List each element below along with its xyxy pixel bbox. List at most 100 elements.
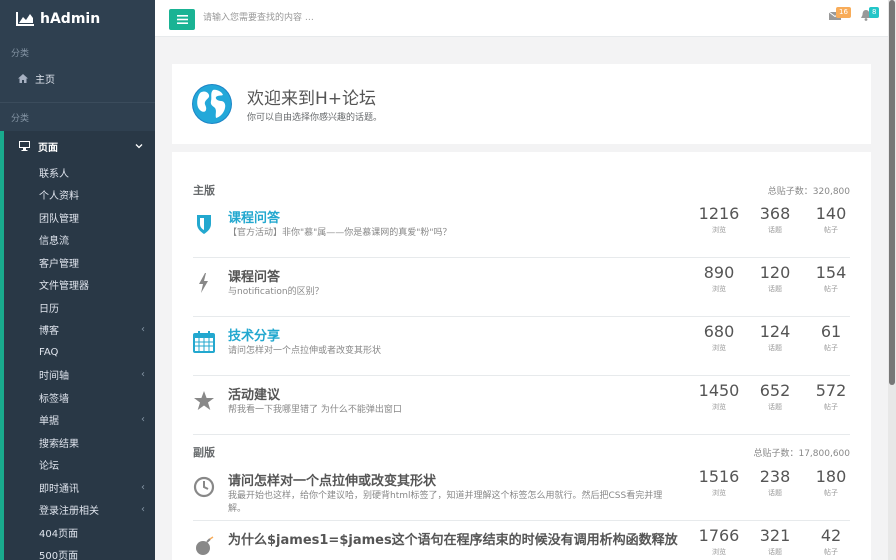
- sidebar-subitem[interactable]: 联系人: [4, 161, 155, 184]
- sidebar-subitem[interactable]: 单据 ‹: [4, 409, 155, 432]
- posts-label: 帖子: [824, 344, 838, 352]
- brand[interactable]: hAdmin: [0, 0, 155, 38]
- sidebar-subitem-label: 客户管理: [39, 258, 79, 270]
- views-stat: 680 浏览: [695, 321, 743, 353]
- sidebar-subitem[interactable]: 日历: [4, 296, 155, 319]
- topics-stat: 652 话题: [751, 380, 799, 412]
- views-label: 浏览: [712, 489, 726, 497]
- globe-icon: [192, 84, 232, 124]
- posts-count: 154: [815, 263, 847, 282]
- chevron-down-icon: [135, 144, 143, 149]
- calendar-icon: [193, 331, 215, 353]
- posts-label: 帖子: [824, 403, 838, 411]
- views-label: 浏览: [712, 285, 726, 293]
- posts-count: 61: [820, 322, 842, 341]
- chevron-left-icon: ‹: [141, 414, 145, 426]
- chevron-left-icon: ‹: [141, 504, 145, 516]
- sidebar-subitem[interactable]: 文件管理器: [4, 274, 155, 297]
- sidebar-subitem[interactable]: 客户管理: [4, 251, 155, 274]
- sidebar-subitem-label: 论坛: [39, 461, 59, 473]
- posts-count: 572: [815, 381, 847, 400]
- sidebar-subitem-label: 文件管理器: [39, 281, 89, 293]
- welcome-title: 欢迎来到H+论坛: [247, 89, 377, 109]
- sidebar-subitem[interactable]: 搜索结果: [4, 431, 155, 454]
- scrollbar-thumb[interactable]: [889, 0, 895, 385]
- sidebar-subitem-label: 500页面: [39, 551, 79, 560]
- sidebar-subitem[interactable]: FAQ: [4, 341, 155, 364]
- area-chart-icon: [16, 12, 34, 26]
- topics-label: 话题: [768, 403, 782, 411]
- sidebar-item-home[interactable]: 主页: [0, 66, 155, 90]
- forum-title-link[interactable]: 活动建议: [228, 384, 280, 403]
- topics-count: 238: [759, 467, 791, 486]
- forum-row: 为什么$james1=$james这个语句在程序结束的时候没有调用析构函数释放 1…: [193, 521, 850, 560]
- clock-icon: [193, 476, 215, 498]
- views-label: 浏览: [712, 226, 726, 234]
- sidebar-subitem[interactable]: 信息流: [4, 229, 155, 252]
- views-stat: 1766 浏览: [695, 525, 743, 557]
- sidebar-subitem[interactable]: 博客 ‹: [4, 319, 155, 342]
- welcome-panel: 欢迎来到H+论坛 你可以自由选择你感兴趣的话题。: [172, 64, 871, 144]
- sidebar-subitem[interactable]: 团队管理: [4, 206, 155, 229]
- views-stat: 1216 浏览: [695, 203, 743, 235]
- sidebar-item-pages[interactable]: 页面: [4, 131, 155, 161]
- posts-count: 42: [820, 526, 842, 545]
- topics-count: 368: [759, 204, 791, 223]
- forum-title-link[interactable]: 课程问答: [228, 207, 280, 226]
- forum-title-link[interactable]: 技术分享: [228, 325, 280, 344]
- messages-badge: 16: [836, 7, 851, 18]
- sidebar-subitem-label: 登录注册相关: [39, 506, 99, 518]
- forum-description: 帮我看一下我哪里错了 为什么不能弹出窗口: [228, 405, 402, 415]
- sidebar-subitem-label: FAQ: [39, 346, 59, 358]
- sidebar-subitem-label: 日历: [39, 303, 59, 315]
- topics-stat: 120 话题: [751, 262, 799, 294]
- views-count: 1766: [698, 526, 740, 545]
- topics-stat: 124 话题: [751, 321, 799, 353]
- forum-description: 【官方活动】非你"慕"属——你是慕课网的真爱"粉"吗？: [228, 228, 452, 238]
- topics-label: 话题: [768, 226, 782, 234]
- section-total: 总贴子数：17,800,600: [753, 448, 850, 459]
- posts-count: 140: [815, 204, 847, 223]
- brand-name: hAdmin: [40, 11, 101, 27]
- search-input[interactable]: [203, 8, 503, 28]
- monitor-icon: [19, 141, 30, 151]
- sidebar-subitem[interactable]: 标签墙: [4, 386, 155, 409]
- sidebar-submenu: 联系人 个人资料 团队管理 信息流客户管理文件管理器日历博客 ‹ FAQ 时间轴 ‹ 标签墙 单据…: [4, 161, 155, 560]
- sidebar-item-label: 主页: [35, 74, 55, 86]
- views-count: 1216: [698, 204, 740, 223]
- sidebar-subitem[interactable]: 500页面: [4, 544, 155, 560]
- nav-section-label: 分类: [11, 48, 30, 59]
- forum-panel: 主版 总贴子数：320,800 课程问答【官方活动】非你"慕"属——你是慕课网的…: [172, 152, 871, 560]
- posts-stat: 154 帖子: [807, 262, 855, 294]
- topics-label: 话题: [768, 489, 782, 497]
- bolt-icon: [199, 273, 208, 293]
- topics-label: 话题: [768, 548, 782, 556]
- topics-label: 话题: [768, 285, 782, 293]
- forum-description: 我最开始也这样，给你个建议哈，别硬背html标签了，知道并理解这个标签怎么用就行…: [228, 491, 663, 514]
- forum-title-link[interactable]: 为什么$james1=$james这个语句在程序结束的时候没有调用析构函数释放: [228, 529, 678, 548]
- sub-board-header: 副版 总贴子数：17,800,600: [193, 444, 850, 460]
- views-stat: 890 浏览: [695, 262, 743, 294]
- page-scrollbar[interactable]: [888, 0, 896, 560]
- forum-row: 课程问答 与notification的区别？ 890 浏览 120 话题 154 帖子: [193, 258, 850, 317]
- views-count: 1516: [698, 467, 740, 486]
- sidebar-subitem[interactable]: 404页面: [4, 521, 155, 544]
- forum-row: 课程问答【官方活动】非你"慕"属——你是慕课网的真爱"粉"吗？ 1216 浏览 368…: [193, 199, 850, 258]
- section-title: 主版: [193, 184, 215, 197]
- nav-section-label: 分类: [11, 113, 30, 124]
- views-stat: 1516 浏览: [695, 466, 743, 498]
- sidebar-subitem[interactable]: 论坛: [4, 454, 155, 477]
- section-total: 总贴子数：320,800: [767, 186, 850, 197]
- welcome-subtitle: 你可以自由选择你感兴趣的话题。: [247, 113, 383, 123]
- forum-title-link[interactable]: 课程问答: [228, 266, 280, 285]
- sidebar-subitem[interactable]: 即时通讯 ‹: [4, 476, 155, 499]
- sidebar-subitem[interactable]: 时间轴 ‹: [4, 364, 155, 387]
- forum-title-link[interactable]: 请问怎样对一个点拉伸或改变其形状: [228, 470, 436, 489]
- topics-label: 话题: [768, 344, 782, 352]
- sidebar-subitem[interactable]: 登录注册相关 ‹: [4, 499, 155, 522]
- chevron-left-icon: ‹: [141, 369, 145, 381]
- sidebar-subitem[interactable]: 个人资料: [4, 184, 155, 207]
- menu-toggle-button[interactable]: [169, 9, 195, 30]
- posts-stat: 180 帖子: [807, 466, 855, 498]
- topics-count: 124: [759, 322, 791, 341]
